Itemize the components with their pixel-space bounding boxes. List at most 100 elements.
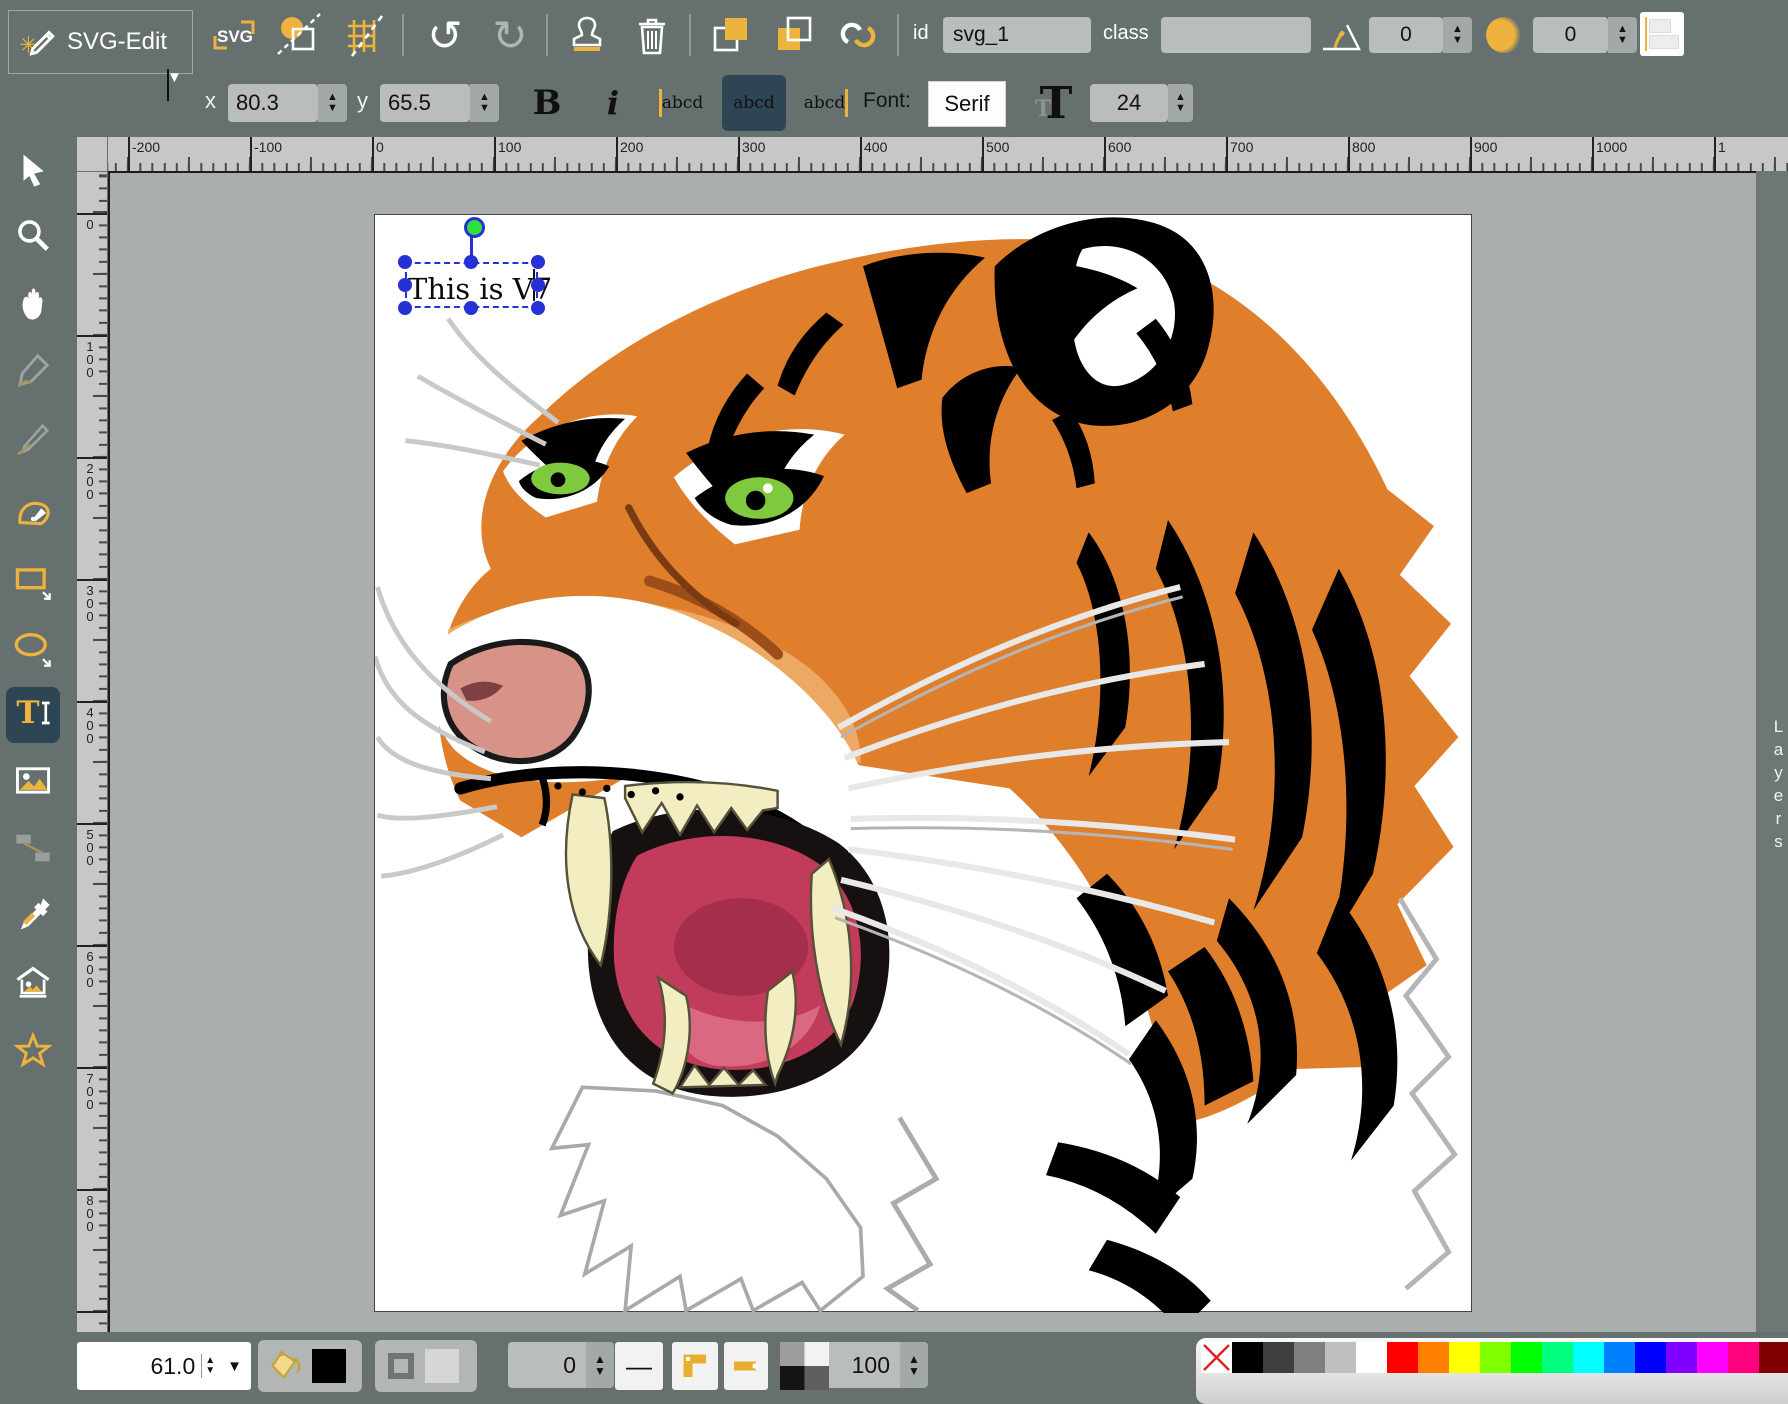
rotation-angle-input[interactable] <box>1369 17 1443 53</box>
color-palette <box>1196 1338 1788 1404</box>
clone-button[interactable] <box>562 8 612 62</box>
editor-preferences-button[interactable] <box>340 8 390 62</box>
ruler-label: 400 <box>864 139 887 155</box>
font-size-input[interactable] <box>1090 84 1168 122</box>
source-editor-button[interactable]: SVG <box>209 8 259 62</box>
ruler-label: 600 <box>1108 139 1131 155</box>
tool-select[interactable] <box>6 144 60 200</box>
stroke-width-spinner[interactable]: ▲▼ <box>586 1342 614 1388</box>
tool-star[interactable] <box>6 1025 60 1081</box>
tool-zoom[interactable] <box>6 209 60 265</box>
tool-rect[interactable] <box>6 555 60 611</box>
palette-swatch-bfbfbf[interactable] <box>1325 1342 1356 1373</box>
palette-swatch-ffff00[interactable] <box>1449 1342 1480 1373</box>
blur-input[interactable] <box>1533 17 1608 53</box>
rotation-handle[interactable] <box>464 217 485 238</box>
layers-panel-tab[interactable]: Layers <box>1756 171 1788 1332</box>
palette-swatch-00ffff[interactable] <box>1573 1342 1604 1373</box>
stroke-linecap-button[interactable] <box>724 1342 768 1390</box>
selection-handle-e[interactable] <box>531 278 545 292</box>
tool-ellipse[interactable] <box>6 622 60 678</box>
palette-swatch-007fff[interactable] <box>1604 1342 1635 1373</box>
document-properties-button[interactable] <box>274 8 324 62</box>
tool-path[interactable] <box>6 487 60 543</box>
align-button[interactable] <box>1640 12 1684 56</box>
selection-handle-s[interactable] <box>464 301 478 315</box>
blur-spinner[interactable]: ▲▼ <box>1608 17 1637 53</box>
make-link-button[interactable] <box>833 8 883 62</box>
selection-handle-sw[interactable] <box>398 301 412 315</box>
text-anchor-start-button[interactable]: abcd <box>655 80 707 126</box>
palette-swatch-7f00ff[interactable] <box>1666 1342 1697 1373</box>
text-anchor-end-button[interactable]: abcd <box>800 80 852 126</box>
palette-swatch-ff0000[interactable] <box>1387 1342 1418 1373</box>
palette-swatch-00ff7f[interactable] <box>1542 1342 1573 1373</box>
palette-swatch-000000[interactable] <box>1232 1342 1263 1373</box>
palette-swatch-0000ff[interactable] <box>1635 1342 1666 1373</box>
palette-swatch-ff7f00[interactable] <box>1418 1342 1449 1373</box>
ruler-major-tick <box>982 137 984 171</box>
font-size-spinner[interactable]: ▲▼ <box>1168 84 1193 122</box>
move-to-top-button[interactable] <box>707 8 757 62</box>
element-class-input[interactable] <box>1161 17 1311 53</box>
text-x-input[interactable] <box>228 84 318 122</box>
palette-swatch-ff00ff[interactable] <box>1697 1342 1728 1373</box>
italic-button[interactable]: i <box>595 78 631 128</box>
tool-connector[interactable] <box>6 822 60 878</box>
selection-handle-w[interactable] <box>398 278 412 292</box>
text-y-spinner[interactable]: ▲▼ <box>470 84 499 122</box>
selection-handle-nw[interactable] <box>398 255 412 269</box>
palette-swatch-none[interactable] <box>1201 1342 1232 1373</box>
palette-swatch-7f0000[interactable] <box>1759 1342 1788 1373</box>
fill-color-control[interactable] <box>258 1340 362 1392</box>
selection-handle-n[interactable] <box>464 255 478 269</box>
stroke-linejoin-button[interactable] <box>672 1342 718 1390</box>
fill-color-swatch[interactable] <box>312 1349 346 1383</box>
palette-swatch-00ff00[interactable] <box>1511 1342 1542 1373</box>
stroke-width-input[interactable] <box>508 1342 586 1388</box>
opacity-spinner[interactable]: ▲▼ <box>900 1342 928 1388</box>
toolbar-separator <box>689 14 691 56</box>
palette-swatch-3f3f3f[interactable] <box>1263 1342 1294 1373</box>
tool-pan[interactable] <box>6 277 60 333</box>
text-y-input[interactable] <box>380 84 470 122</box>
tool-line[interactable] <box>6 414 60 470</box>
ruler-major-tick <box>616 137 618 171</box>
redo-button[interactable]: ↻ <box>485 8 535 62</box>
ruler-major-tick <box>77 1067 107 1069</box>
bold-button[interactable]: B <box>525 78 569 128</box>
rotation-label <box>1318 8 1364 62</box>
tiger-illustration[interactable] <box>375 215 1473 1313</box>
text-anchor-middle-button[interactable]: abcd <box>722 75 786 131</box>
opacity-input[interactable] <box>829 1342 900 1388</box>
tool-library[interactable] <box>6 957 60 1013</box>
delete-button[interactable] <box>627 8 677 62</box>
zoom-spinner[interactable]: ▲▼ <box>201 1354 218 1378</box>
zoom-control[interactable]: ▲▼ ▼ <box>77 1342 251 1390</box>
font-family-button[interactable]: Serif <box>928 81 1006 127</box>
zoom-input[interactable] <box>77 1352 201 1381</box>
ruler-major-tick <box>372 137 374 171</box>
element-id-input[interactable] <box>943 17 1091 53</box>
selection-handle-ne[interactable] <box>531 255 545 269</box>
palette-swatch-ffffff[interactable] <box>1356 1342 1387 1373</box>
text-x-spinner[interactable]: ▲▼ <box>318 84 347 122</box>
undo-button[interactable]: ↺ <box>420 8 470 62</box>
stroke-style-button[interactable]: — <box>615 1342 663 1390</box>
palette-swatch-ff007f[interactable] <box>1728 1342 1759 1373</box>
move-to-bottom-button[interactable] <box>770 8 820 62</box>
tool-text[interactable]: T <box>6 687 60 743</box>
svg-canvas[interactable]: This is V7 <box>374 214 1472 1312</box>
palette-swatch-7f7f7f[interactable] <box>1294 1342 1325 1373</box>
rect-icon <box>13 561 53 606</box>
rotation-angle-spinner[interactable]: ▲▼ <box>1443 17 1472 53</box>
palette-swatch-7fff00[interactable] <box>1480 1342 1511 1373</box>
stroke-color-swatch[interactable] <box>425 1349 459 1383</box>
tool-eyedropper[interactable] <box>6 889 60 945</box>
tool-pencil[interactable] <box>6 344 60 400</box>
stroke-color-control[interactable] <box>375 1340 477 1392</box>
selection-handle-se[interactable] <box>531 301 545 315</box>
horizontal-ruler: -200-10001002003004005006007008009001000… <box>108 137 1788 171</box>
main-menu-button[interactable]: ✳ SVG-Edit ▼ <box>8 10 193 74</box>
tool-image[interactable] <box>6 755 60 811</box>
